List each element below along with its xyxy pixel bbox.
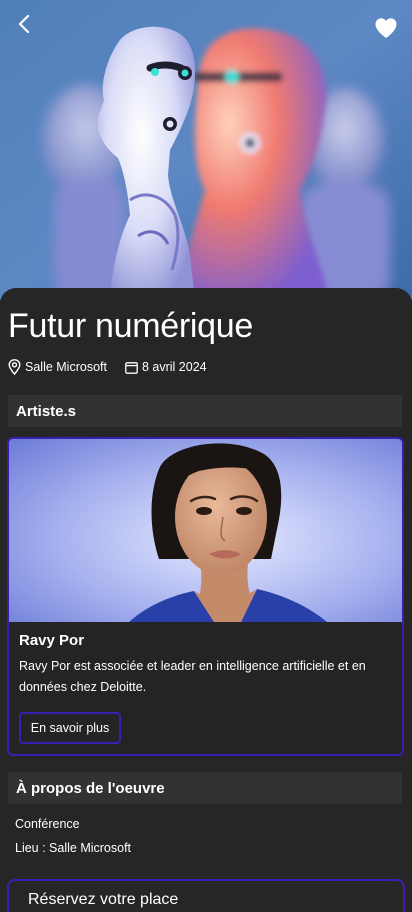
artist-name: Ravy Por: [19, 632, 85, 649]
event-date-text: 8 avril 2024: [141, 360, 207, 374]
event-location-text: Salle Microsoft: [25, 360, 107, 374]
artist-bio: Ravy Por est associée et leader en intel…: [19, 659, 366, 694]
reserve-button[interactable]: Réservez votre place: [7, 879, 405, 912]
about-type: Conférence: [15, 817, 80, 831]
artist-photo: [9, 439, 402, 622]
artists-section-header: Artiste.s: [8, 395, 402, 427]
event-content-sheet: Futur numérique Salle Microsoft 8 avril …: [0, 288, 412, 912]
about-venue: Lieu : Salle Microsoft: [15, 841, 132, 855]
about-section-title: À propos de l'oeuvre: [16, 779, 165, 797]
hero-image: [0, 0, 412, 300]
artist-card: Ravy Por Ravy Por est associée et leader…: [7, 437, 404, 756]
calendar-icon: [125, 361, 138, 374]
about-section-header: À propos de l'oeuvre: [8, 772, 402, 804]
event-detail-screen: Futur numérique Salle Microsoft 8 avril …: [0, 0, 412, 912]
back-button[interactable]: [10, 10, 38, 38]
favorite-button[interactable]: [372, 14, 400, 42]
event-meta-row: Salle Microsoft 8 avril 2024: [8, 358, 207, 376]
reserve-label: Réservez votre place: [28, 891, 179, 908]
event-title: Futur numérique: [8, 307, 253, 345]
heart-icon: [375, 18, 397, 38]
event-location: Salle Microsoft: [8, 359, 107, 375]
event-date: 8 avril 2024: [125, 360, 207, 374]
chevron-left-icon: [18, 14, 30, 34]
location-pin-icon: [8, 359, 21, 375]
artists-section-title: Artiste.s: [16, 402, 77, 420]
learn-more-button[interactable]: En savoir plus: [19, 712, 121, 744]
